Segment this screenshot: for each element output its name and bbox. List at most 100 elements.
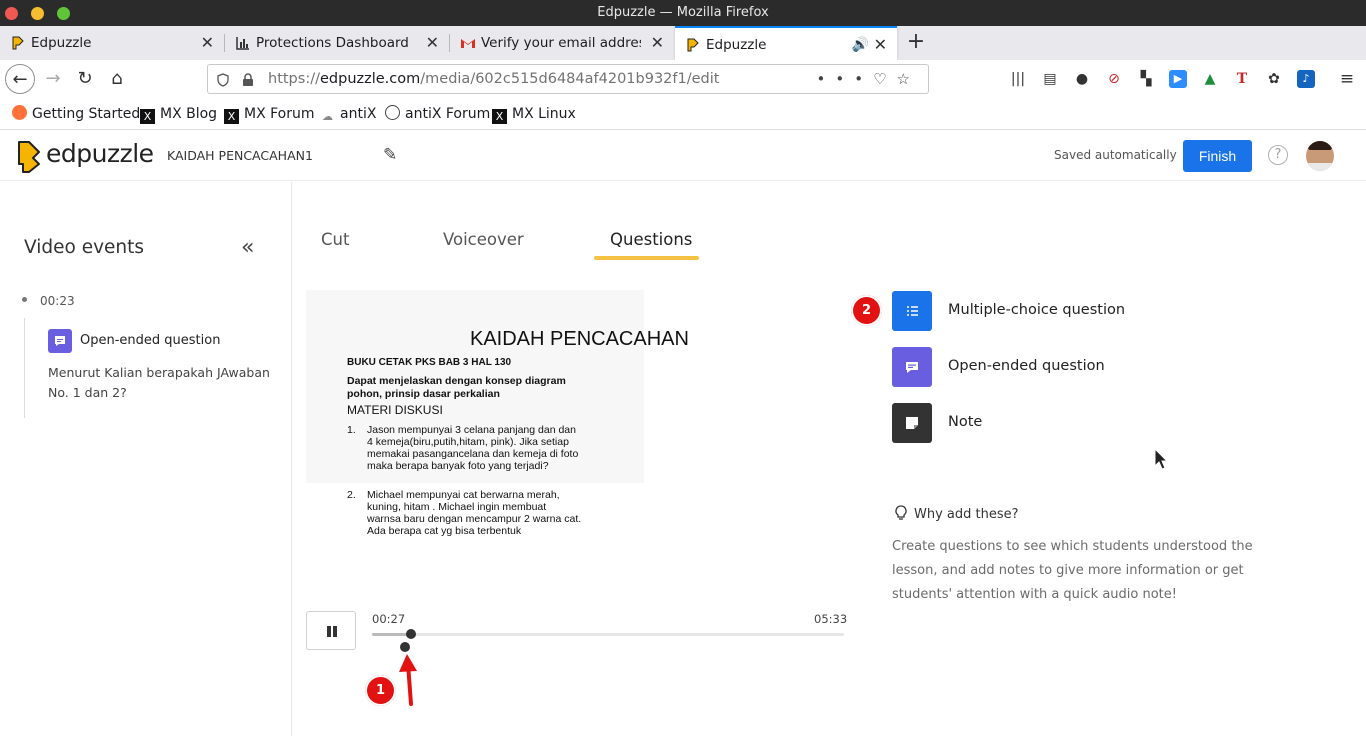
browser-tab-active[interactable]: Edpuzzle 🔊 ✕ (675, 26, 897, 60)
pocket-icon[interactable]: ♡ (873, 70, 896, 88)
bookmark-star-icon[interactable]: ☆ (897, 70, 920, 88)
annotation-arrow-icon (399, 654, 417, 706)
close-tab-icon[interactable]: ✕ (426, 26, 439, 60)
new-tab-button[interactable]: + (904, 26, 928, 60)
slide-title: KAIDAH PENCACAHAN (470, 328, 689, 350)
annotation-badge: 2 (851, 295, 882, 326)
gmail-favicon-icon (460, 35, 476, 51)
antix-logo-icon: ☁ (322, 110, 333, 123)
comment-icon (892, 347, 932, 387)
finish-button[interactable]: Finish (1183, 140, 1252, 172)
page-actions-icon[interactable]: ••• (817, 70, 874, 88)
mx-logo-icon: X (492, 109, 507, 124)
tab-voiceover[interactable]: Voiceover (443, 230, 524, 249)
video-events-sidebar: Video events « 00:23 Open-ended question… (0, 182, 292, 736)
maximize-window-button[interactable] (57, 7, 70, 20)
tab-strip: Edpuzzle ✕ Protections Dashboard ✕ Verif… (0, 26, 1366, 60)
shield-icon[interactable] (216, 72, 230, 91)
saved-status: Saved automatically (1054, 148, 1177, 162)
drive-extension-icon[interactable]: ▲ (1201, 70, 1219, 88)
browser-tab[interactable]: Edpuzzle ✕ (0, 26, 224, 60)
block-extension-icon[interactable]: ⊘ (1105, 70, 1123, 88)
event-type-label[interactable]: Open-ended question (80, 333, 220, 348)
url-actions: •••♡☆ (817, 65, 920, 93)
close-window-button[interactable] (5, 7, 18, 20)
library-icon[interactable]: ||| (1009, 70, 1027, 88)
slide-subtitle: BUKU CETAK PKS BAB 3 HAL 130 (347, 357, 512, 368)
sidebar-title: Video events (24, 237, 145, 258)
event-question-text[interactable]: Menurut Kalian berapakah JAwaban No. 1 d… (48, 363, 273, 403)
close-tab-icon[interactable]: ✕ (651, 26, 664, 60)
timeline-dot (22, 297, 27, 302)
home-button[interactable]: ⌂ (102, 64, 132, 94)
event-time[interactable]: 00:23 (40, 294, 75, 308)
window-titlebar: Edpuzzle — Mozilla Firefox (0, 0, 1366, 26)
why-add-these-heading: Why add these? (894, 505, 1019, 522)
mx-logo-icon: X (140, 109, 155, 124)
globe-icon (385, 105, 400, 120)
forward-button[interactable]: → (38, 64, 68, 94)
close-tab-icon[interactable]: ✕ (874, 28, 887, 62)
collapse-sidebar-icon[interactable]: « (241, 235, 254, 260)
tab-title: Verify your email address (481, 35, 641, 51)
edpuzzle-logo-icon[interactable] (15, 140, 43, 174)
help-icon[interactable]: ? (1268, 145, 1288, 165)
reload-button[interactable]: ↻ (70, 64, 100, 94)
chart-favicon-icon (235, 35, 251, 51)
edit-title-pencil-icon[interactable]: ✎ (383, 145, 397, 165)
pause-button[interactable] (306, 611, 356, 650)
list-icon (892, 291, 932, 331)
browser-tab[interactable]: Verify your email address ✕ (450, 26, 674, 60)
tab-questions[interactable]: Questions (610, 230, 692, 249)
tiktok-extension-icon[interactable]: ♪ (1297, 70, 1315, 88)
annotation-badge: 1 (365, 675, 396, 706)
window-title: Edpuzzle — Mozilla Firefox (597, 5, 769, 20)
url-text: https://edpuzzle.com/media/602c515d6484a… (268, 71, 720, 87)
speaker-icon[interactable]: 🔊 (852, 28, 869, 62)
apps-grid-icon[interactable]: ▚ (1137, 70, 1155, 88)
bookmark-item[interactable]: X MX Linux (492, 99, 576, 130)
option-label: Open-ended question (948, 358, 1105, 374)
minimize-window-button[interactable] (31, 7, 44, 20)
question-marker[interactable] (400, 642, 410, 652)
current-time: 00:27 (372, 612, 406, 626)
browser-tab[interactable]: Protections Dashboard ✕ (225, 26, 449, 60)
comment-icon (48, 329, 72, 353)
bookmark-item[interactable]: X MX Blog (140, 99, 217, 130)
account-icon[interactable]: ● (1073, 70, 1091, 88)
bookmark-item[interactable]: X MX Forum (224, 99, 315, 130)
bookmark-item[interactable]: Getting Started (12, 99, 140, 130)
back-button[interactable]: ← (5, 64, 35, 94)
timeline-scrubber[interactable] (406, 629, 416, 639)
avatar[interactable] (1306, 141, 1334, 171)
total-time: 05:33 (814, 612, 848, 626)
gnome-extension-icon[interactable]: ✿ (1265, 70, 1283, 88)
bookmark-item[interactable]: antiX Forum (385, 99, 490, 130)
lightbulb-icon (895, 505, 907, 520)
bookmark-item[interactable]: ☁ antiX (320, 99, 376, 130)
tab-title: Edpuzzle (31, 35, 92, 51)
lesson-title[interactable]: KAIDAH PENCACAHAN1 (167, 148, 313, 163)
close-tab-icon[interactable]: ✕ (201, 26, 214, 60)
url-bar[interactable]: https://edpuzzle.com/media/602c515d6484a… (207, 64, 929, 94)
active-tab-underline (594, 256, 699, 260)
tab-title: Protections Dashboard (256, 35, 409, 51)
zoom-extension-icon[interactable]: ▶ (1169, 70, 1187, 88)
timeline-progress (372, 633, 411, 636)
sidebar-toggle-icon[interactable]: ▤ (1041, 70, 1059, 88)
timeline-line (24, 318, 25, 418)
font-extension-icon[interactable]: T (1233, 70, 1251, 88)
logo-text[interactable]: edpuzzle (46, 139, 154, 168)
why-add-these-text: Create questions to see which students u… (892, 539, 1253, 602)
note-icon (892, 403, 932, 443)
edpuzzle-favicon-icon (10, 35, 26, 51)
tab-cut[interactable]: Cut (321, 230, 349, 249)
tab-title: Edpuzzle (706, 37, 767, 53)
lock-icon[interactable] (242, 72, 254, 91)
video-timeline[interactable] (372, 633, 844, 636)
video-frame[interactable]: KAIDAH PENCACAHAN BUKU CETAK PKS BAB 3 H… (306, 290, 844, 596)
hamburger-menu-icon[interactable]: ≡ (1338, 70, 1356, 88)
app-header: edpuzzle KAIDAH PENCACAHAN1 ✎ Saved auto… (0, 131, 1366, 181)
firefox-icon (12, 105, 27, 120)
bookmarks-toolbar: Getting Started X MX Blog X MX Forum ☁ anti… (0, 99, 1366, 130)
